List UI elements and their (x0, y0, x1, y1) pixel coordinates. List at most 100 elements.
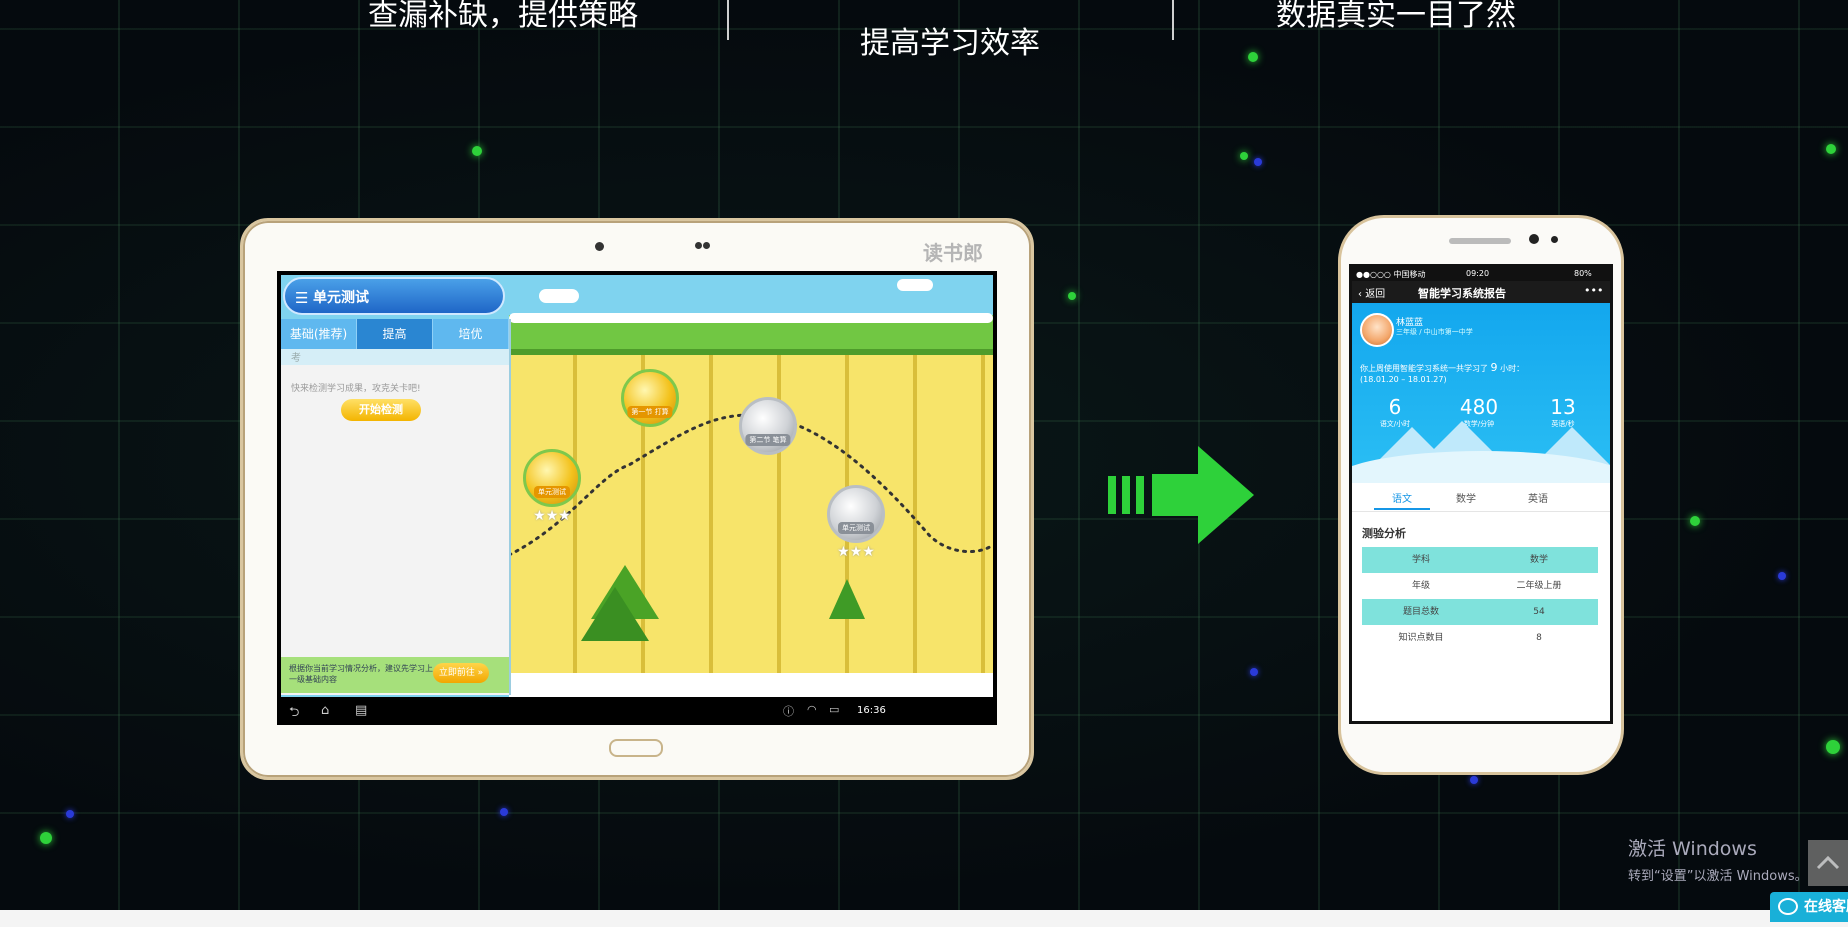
level-medal[interactable]: 第二节 笔算 (739, 397, 797, 455)
app-header: ☰ 单元测试 (283, 277, 505, 315)
back-icon[interactable]: ⮌ (289, 703, 299, 725)
level-medal[interactable]: 第一节 打算 (621, 369, 679, 427)
tab-advanced[interactable]: 提高 (357, 319, 433, 349)
online-chat-button[interactable]: 在线客服 (1770, 892, 1848, 922)
divider (727, 0, 729, 40)
medal-label: 第二节 笔算 (745, 434, 791, 446)
level-medal[interactable]: 单元测试 ★★★ (523, 449, 581, 524)
tab-excellence[interactable]: 培优 (433, 319, 509, 349)
subject-tabs: 语文 数学 英语 (1352, 483, 1610, 512)
summary-suffix: 小时： (1500, 364, 1525, 373)
sub-bar: 考 (281, 349, 509, 365)
scroll-to-top-button[interactable] (1808, 840, 1848, 886)
table-row: 学科 数学 (1362, 547, 1598, 573)
tab-chinese[interactable]: 语文 (1392, 490, 1412, 505)
cloud (897, 279, 933, 291)
android-navbar: ⮌ ⌂ ▤ ⓘ ◠ ▭ 16:36 (277, 697, 997, 725)
headline-1: 查漏补缺，提供策略 (368, 0, 638, 33)
medal-stars: ★★★ (533, 508, 571, 524)
medal-label: 单元测试 (838, 522, 874, 534)
front-camera (1529, 234, 1539, 244)
table-cell: 题目总数 (1402, 607, 1439, 617)
glow-dot (1068, 292, 1076, 300)
table-row: 知识点数目 8 (1362, 625, 1598, 651)
back-label: 返回 (1365, 289, 1386, 300)
recent-apps-icon[interactable]: ▤ (355, 703, 367, 718)
status-time: 09:20 (1466, 269, 1490, 278)
back-button[interactable]: ‹ 返回 (1358, 285, 1385, 300)
glow-dot (1240, 152, 1248, 160)
summary-hours: 9 (1490, 361, 1498, 374)
clock: 16:36 (857, 705, 886, 716)
home-icon[interactable]: ⌂ (321, 703, 329, 718)
stat-value: 480 (1459, 395, 1499, 419)
section-title: 测验分析 (1362, 527, 1406, 540)
watermark-line-1: 激活 Windows (1628, 838, 1757, 860)
wifi-icon: ◠ (807, 703, 817, 716)
glow-dot (472, 146, 482, 156)
arrow-right-icon (1108, 446, 1254, 544)
summary-prefix: 你上周使用智能学习系统一共学习了 (1360, 364, 1488, 373)
tab-english[interactable]: 英语 (1528, 490, 1548, 505)
tab-math[interactable]: 数学 (1456, 490, 1476, 505)
summary-line: 你上周使用智能学习系统一共学习了 9 小时： (1360, 361, 1524, 374)
phone-title-bar: ‹ 返回 智能学习系统报告 ••• (1352, 281, 1610, 303)
active-tab-indicator (1374, 508, 1430, 510)
tablet-app: 单元测试 ★★★ 第一节 打算 第二节 笔算 单元测试 ★★★ ☰ 单元测试 基… (281, 275, 993, 697)
table-cell: 数学 (1529, 555, 1548, 565)
test-panel: 基础(推荐) 提高 培优 考 快来检测学习成果，攻克关卡吧! 开始检测 根据你当… (281, 319, 511, 695)
more-button[interactable]: ••• (1584, 284, 1603, 297)
go-now-button[interactable]: 立即前往 » (433, 663, 489, 683)
glow-dot (40, 832, 52, 844)
menu-icon[interactable]: ☰ (295, 279, 308, 317)
glow-dot (1826, 740, 1840, 754)
glow-dot (1778, 572, 1786, 580)
phone-screen: ●●○○○ 中国移动 09:20 80% ‹ 返回 智能学习系统报告 ••• 林… (1349, 264, 1613, 724)
glow-dot (1254, 158, 1262, 166)
sensor (703, 242, 710, 249)
headline-3: 数据真实一目了然 (1276, 0, 1516, 33)
level-path (509, 413, 993, 557)
table-cell: 8 (1536, 633, 1542, 643)
glow-dot (1250, 668, 1258, 676)
table-row: 题目总数 54 (1362, 599, 1598, 625)
battery-level: 80% (1574, 269, 1592, 278)
medal-label: 第一节 打算 (627, 406, 673, 418)
avatar (1360, 313, 1394, 347)
glow-dot (1470, 776, 1478, 784)
info-icon: ⓘ (783, 705, 794, 718)
sensor (1551, 236, 1558, 243)
table-cell: 二年级上册 (1516, 581, 1562, 591)
divider (1172, 0, 1174, 40)
report-title: 智能学习系统报告 (1418, 287, 1506, 300)
windows-activation-watermark: 激活 Windows 转到“设置”以激活 Windows。 (1628, 834, 1808, 884)
carrier: ●●○○○ 中国移动 (1356, 270, 1426, 279)
snow-strip (509, 313, 993, 323)
level-medal[interactable]: 单元测试 ★★★ (827, 485, 885, 560)
stat-value: 6 (1388, 395, 1402, 419)
phone-status-bar: ●●○○○ 中国移动 09:20 80% (1352, 267, 1610, 281)
tablet-screen: 单元测试 ★★★ 第一节 打算 第二节 笔算 单元测试 ★★★ ☰ 单元测试 基… (277, 271, 997, 725)
tab-basic[interactable]: 基础(推荐) (281, 319, 357, 349)
glow-dot (500, 808, 508, 816)
snow-ground (509, 673, 993, 697)
table-cell: 学科 (1411, 555, 1430, 565)
table-row: 年级 二年级上册 (1362, 573, 1598, 599)
glow-dot (66, 810, 74, 818)
chat-label: 在线客服 (1804, 899, 1848, 915)
chat-bubble-icon (1778, 898, 1798, 915)
start-test-button[interactable]: 开始检测 (341, 399, 421, 421)
tablet-brand-logo: 读书郎 (923, 241, 983, 265)
table-cell: 年级 (1411, 581, 1430, 591)
chevron-up-icon (1816, 855, 1840, 870)
medal-label: 单元测试 (534, 486, 570, 498)
headline-2: 提高学习效率 (860, 26, 1040, 61)
glow-dot (1690, 516, 1700, 526)
cloud (539, 289, 579, 303)
app-title: 单元测试 (313, 290, 369, 306)
level-tabs: 基础(推荐) 提高 培优 (281, 319, 509, 349)
summary-range: (18.01.20 – 18.01.27) (1360, 375, 1447, 384)
table-cell: 54 (1533, 607, 1545, 617)
medal-stars: ★★★ (837, 544, 875, 560)
student-info: 三年级 / 中山市第一中学 (1396, 328, 1473, 336)
